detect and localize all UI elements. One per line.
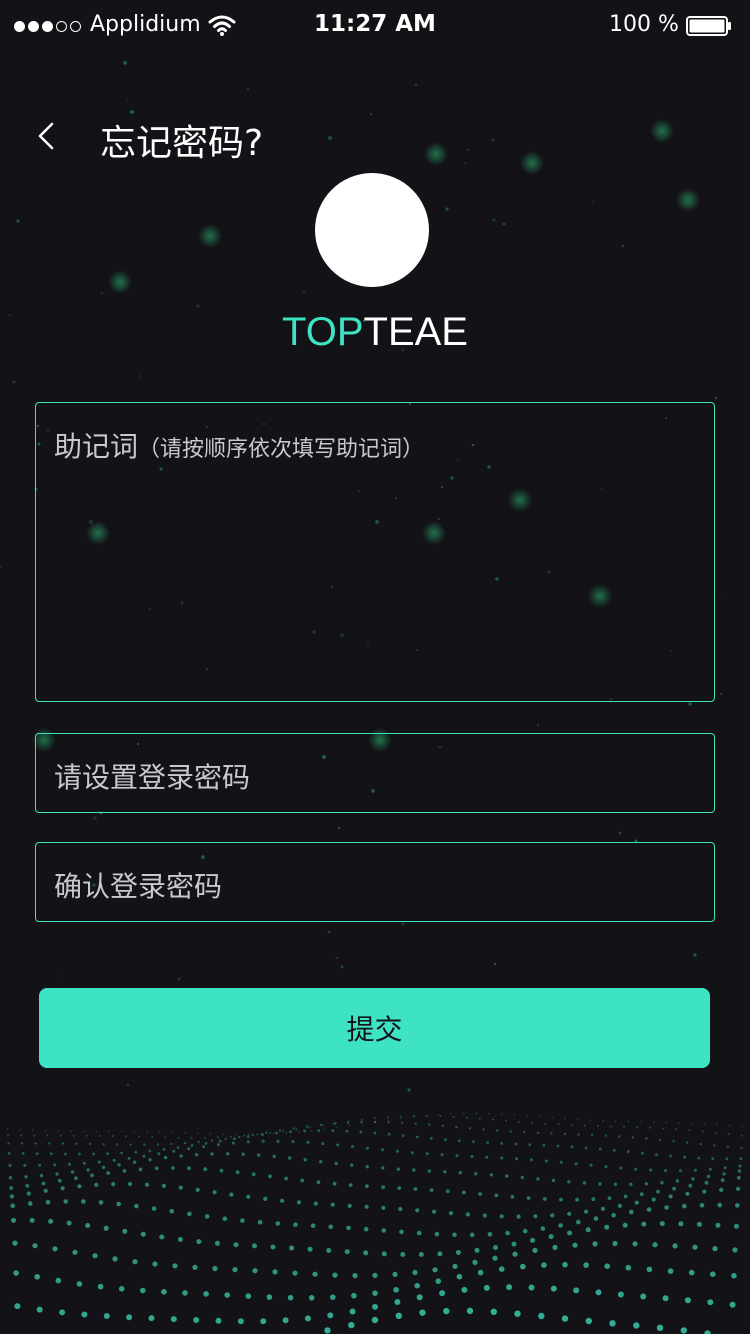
brand-name-rest: TEAE xyxy=(363,310,468,354)
mnemonic-placeholder: 助记词（请按顺序依次填写助记词） xyxy=(54,425,424,465)
page-title: 忘记密码? xyxy=(100,123,264,164)
mnemonic-textarea[interactable]: 助记词（请按顺序依次填写助记词） xyxy=(35,402,715,702)
brand-name-accent: TOP xyxy=(282,310,364,354)
confirm-password-input[interactable]: 确认登录密码 xyxy=(35,842,715,922)
confirm-password-placeholder: 确认登录密码 xyxy=(54,870,223,903)
mnemonic-placeholder-main: 助记词 xyxy=(54,430,139,463)
app-logo xyxy=(315,173,429,287)
navigation-bar: 忘记密码? xyxy=(0,100,750,170)
submit-button[interactable]: 提交 xyxy=(39,988,710,1068)
back-chevron-icon[interactable] xyxy=(26,116,66,156)
battery-percent: 100 % xyxy=(609,12,679,37)
battery-icon xyxy=(686,16,731,36)
brand-name: TOPTEAE xyxy=(0,310,750,355)
status-bar: Applidium 11:27 AM 100 % xyxy=(0,0,750,52)
mnemonic-placeholder-hint: （请按顺序依次填写助记词） xyxy=(138,437,425,462)
password-placeholder: 请设置登录密码 xyxy=(54,761,251,794)
password-input[interactable]: 请设置登录密码 xyxy=(35,733,715,813)
submit-button-label: 提交 xyxy=(346,1013,403,1046)
